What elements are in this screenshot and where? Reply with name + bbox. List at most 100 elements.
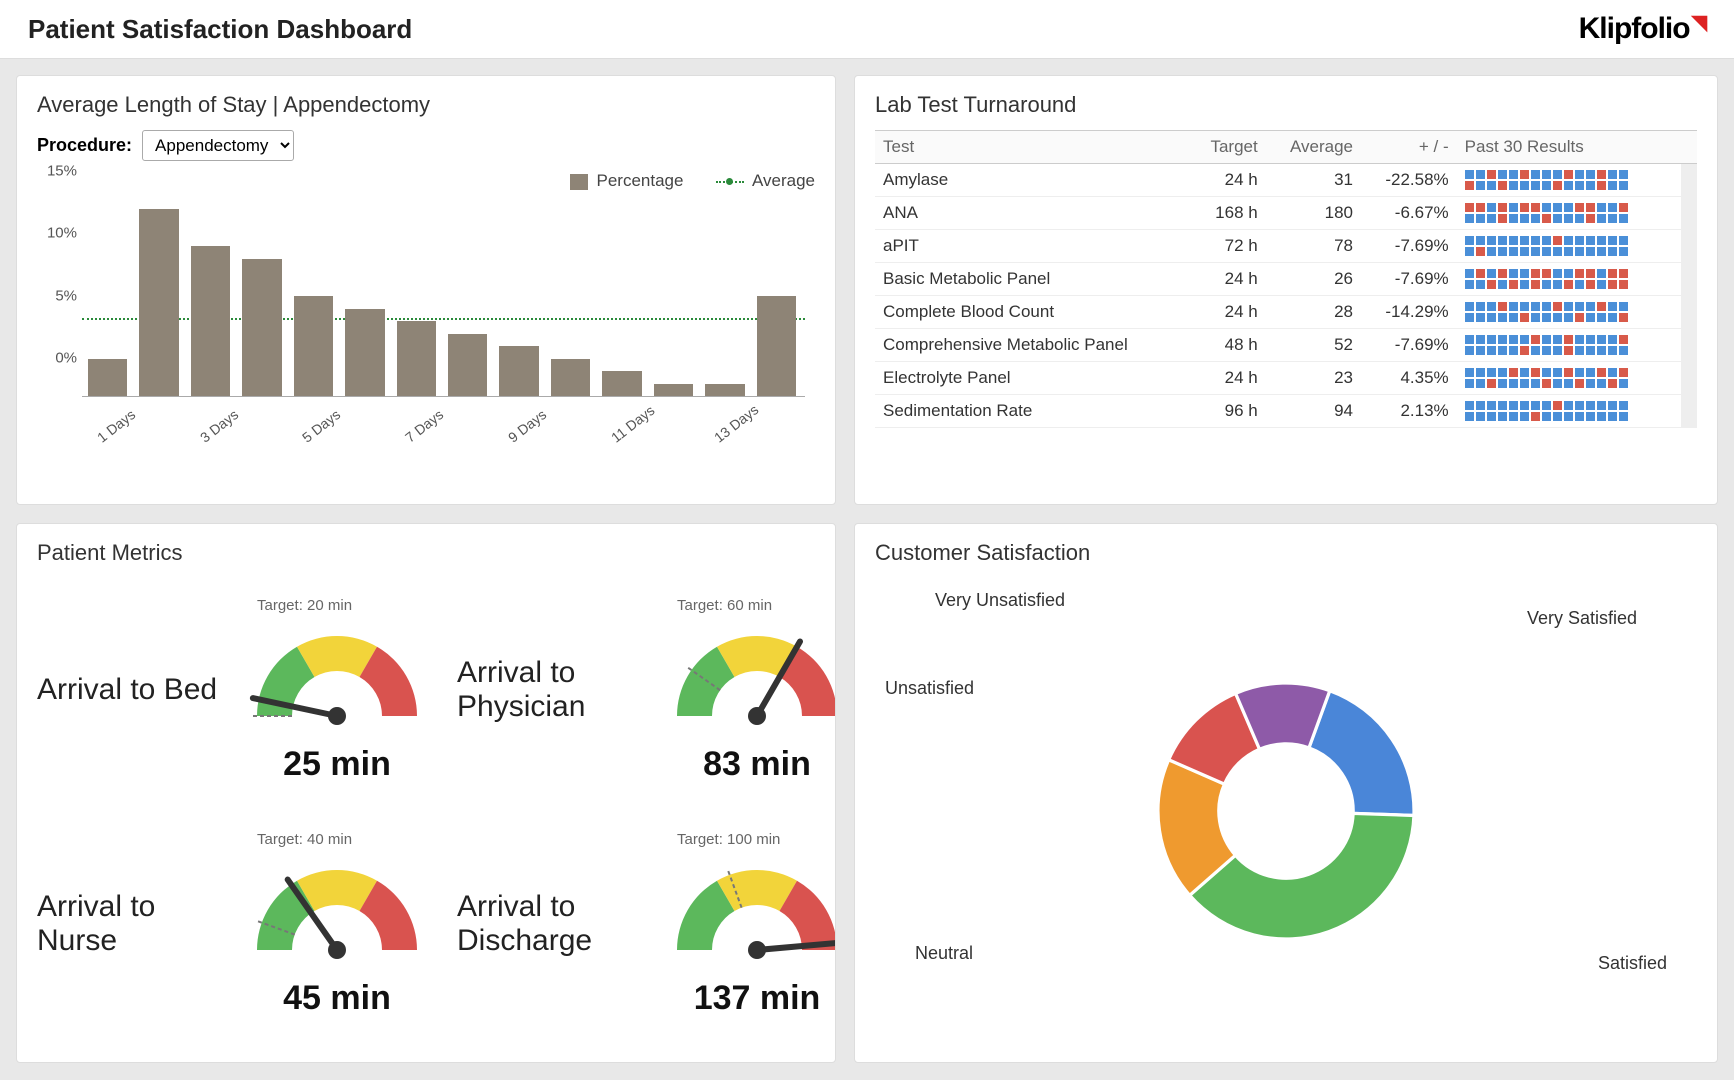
spark-cell — [1608, 280, 1617, 289]
pm-gauge-wrap: Target: 60 min83 min — [657, 597, 836, 784]
y-tick: 0% — [55, 350, 77, 367]
spark-cell — [1542, 379, 1551, 388]
pm-label: Arrival to Bed — [37, 673, 237, 708]
spark-cell — [1553, 346, 1562, 355]
spark-cell — [1597, 280, 1606, 289]
spark-cell — [1553, 247, 1562, 256]
los-plot-area — [82, 197, 805, 397]
spark-cell — [1531, 236, 1540, 245]
lab-scrollbar[interactable] — [1681, 395, 1697, 428]
los-title: Average Length of Stay | Appendectomy — [37, 92, 815, 118]
los-y-axis: 0%5%10%15% — [37, 197, 77, 397]
spark-cell — [1465, 379, 1474, 388]
spark-cell — [1531, 170, 1540, 179]
lab-scrollbar[interactable] — [1681, 329, 1697, 362]
spark-cell — [1520, 313, 1529, 322]
x-tick: 1 Days — [94, 406, 138, 445]
x-tick: 13 Days — [711, 401, 761, 445]
spark-cell — [1608, 181, 1617, 190]
spark-cell — [1608, 203, 1617, 212]
cs-card: Customer Satisfaction Very Unsatisfied V… — [854, 523, 1718, 1063]
spark-cell — [1564, 346, 1573, 355]
cell-avg: 180 — [1266, 197, 1361, 230]
spark-cell — [1476, 401, 1485, 410]
spark-cell — [1476, 379, 1485, 388]
spark-cell — [1575, 236, 1584, 245]
pm-item: Arrival to BedTarget: 20 min25 min — [37, 578, 437, 802]
cell-pm: -7.69% — [1361, 230, 1457, 263]
donut-label-neutral: Neutral — [915, 943, 973, 964]
spark-cell — [1553, 269, 1562, 278]
pm-value: 83 min — [657, 745, 836, 784]
spark-cell — [1542, 313, 1551, 322]
pm-target: Target: 100 min — [677, 831, 836, 848]
spark-cell — [1608, 346, 1617, 355]
pm-label: Arrival to Nurse — [37, 890, 237, 959]
cell-spark — [1457, 329, 1681, 362]
spark-cell — [1597, 181, 1606, 190]
cell-test: Comprehensive Metabolic Panel — [875, 329, 1189, 362]
y-tick: 5% — [55, 287, 77, 304]
spark-cell — [1597, 412, 1606, 421]
cell-target: 24 h — [1189, 296, 1265, 329]
spark-cell — [1542, 368, 1551, 377]
spark-cell — [1520, 346, 1529, 355]
spark-cell — [1498, 302, 1507, 311]
spark-cell — [1597, 313, 1606, 322]
spark-cell — [1542, 412, 1551, 421]
spark-cell — [1619, 170, 1628, 179]
table-row: Basic Metabolic Panel24 h26-7.69% — [875, 263, 1697, 296]
cell-pm: -14.29% — [1361, 296, 1457, 329]
bar — [705, 384, 744, 397]
lab-scrollbar[interactable] — [1681, 197, 1697, 230]
spark-cell — [1542, 302, 1551, 311]
spark-cell — [1586, 302, 1595, 311]
lab-scrollbar[interactable] — [1681, 131, 1697, 164]
spark-cell — [1564, 280, 1573, 289]
spark-cell — [1575, 401, 1584, 410]
spark-cell — [1597, 346, 1606, 355]
sparkline — [1465, 335, 1635, 355]
spark-cell — [1520, 214, 1529, 223]
spark-cell — [1575, 181, 1584, 190]
lab-scrollbar[interactable] — [1681, 296, 1697, 329]
cs-title: Customer Satisfaction — [875, 540, 1697, 566]
spark-cell — [1619, 269, 1628, 278]
spark-cell — [1575, 269, 1584, 278]
spark-cell — [1564, 203, 1573, 212]
spark-cell — [1520, 368, 1529, 377]
lab-scrollbar[interactable] — [1681, 164, 1697, 197]
pm-item: Arrival to NurseTarget: 40 min45 min — [37, 812, 437, 1036]
cell-test: ANA — [875, 197, 1189, 230]
cell-avg: 26 — [1266, 263, 1361, 296]
spark-cell — [1520, 236, 1529, 245]
spark-cell — [1465, 368, 1474, 377]
cell-test: aPIT — [875, 230, 1189, 263]
lab-scrollbar[interactable] — [1681, 230, 1697, 263]
spark-cell — [1487, 170, 1496, 179]
cell-target: 24 h — [1189, 164, 1265, 197]
pm-label: Arrival to Discharge — [457, 890, 657, 959]
spark-cell — [1487, 401, 1496, 410]
spark-cell — [1597, 247, 1606, 256]
spark-cell — [1586, 181, 1595, 190]
spark-cell — [1597, 236, 1606, 245]
lab-card: Lab Test Turnaround Test Target Average … — [854, 75, 1718, 505]
spark-cell — [1531, 203, 1540, 212]
spark-cell — [1498, 280, 1507, 289]
spark-cell — [1498, 313, 1507, 322]
cell-pm: -6.67% — [1361, 197, 1457, 230]
cell-pm: 4.35% — [1361, 362, 1457, 395]
pm-gauge-wrap: Target: 40 min45 min — [237, 831, 437, 1018]
lab-scrollbar[interactable] — [1681, 362, 1697, 395]
spark-cell — [1564, 302, 1573, 311]
procedure-select[interactable]: Appendectomy — [142, 130, 294, 161]
sparkline — [1465, 269, 1635, 289]
spark-cell — [1575, 313, 1584, 322]
spark-cell — [1608, 302, 1617, 311]
spark-cell — [1597, 401, 1606, 410]
spark-cell — [1476, 181, 1485, 190]
spark-cell — [1498, 236, 1507, 245]
spark-cell — [1542, 181, 1551, 190]
lab-scrollbar[interactable] — [1681, 263, 1697, 296]
